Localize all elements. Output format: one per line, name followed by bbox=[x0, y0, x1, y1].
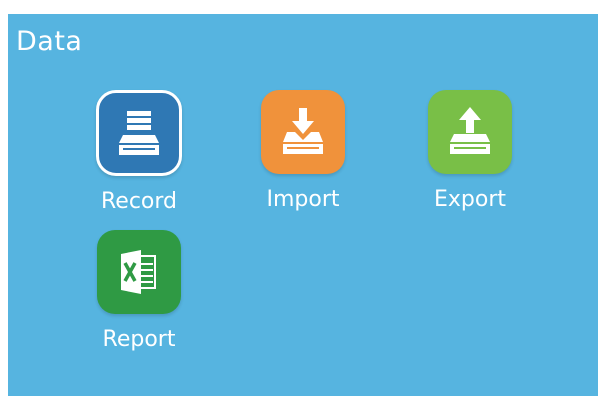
report-label: Report bbox=[102, 327, 176, 352]
export-upload-icon bbox=[450, 107, 490, 154]
record-drawer-icon bbox=[119, 111, 159, 155]
import-label: Import bbox=[266, 187, 340, 212]
export-label: Export bbox=[433, 187, 506, 212]
record-tile-icon-box bbox=[96, 90, 182, 176]
import-download-icon bbox=[283, 108, 323, 154]
report-button[interactable]: Report bbox=[89, 230, 189, 352]
record-button[interactable]: Record bbox=[89, 90, 189, 214]
import-button[interactable]: Import bbox=[253, 90, 353, 212]
data-screen: Data Record Import Export Report bbox=[8, 14, 598, 396]
export-tile-icon-box bbox=[428, 90, 512, 174]
report-tile-icon-box bbox=[97, 230, 181, 314]
page-title: Data bbox=[16, 26, 83, 57]
import-tile-icon-box bbox=[261, 90, 345, 174]
excel-report-icon bbox=[121, 250, 156, 294]
export-button[interactable]: Export bbox=[420, 90, 520, 212]
record-label: Record bbox=[100, 189, 177, 214]
